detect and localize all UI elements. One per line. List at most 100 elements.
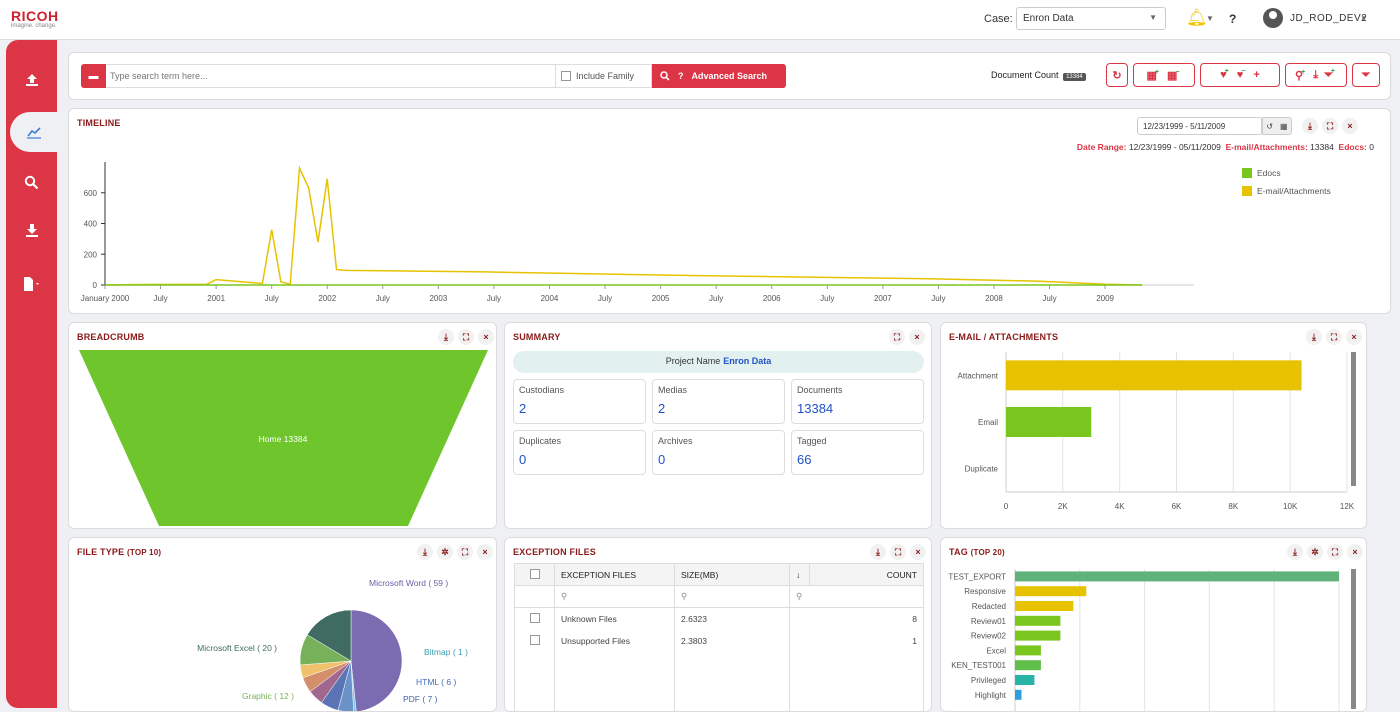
tag-chart[interactable]: TEST_EXPORT Responsive Redacted Review01 Rev…: [941, 563, 1367, 712]
legend-label: Edocs: [1257, 168, 1281, 178]
checkbox-icon[interactable]: [561, 71, 571, 81]
upload-icon[interactable]: [6, 60, 57, 100]
download-icon[interactable]: ⤓: [1287, 544, 1303, 560]
stat-archives[interactable]: Archives 0: [652, 430, 785, 475]
tag-controls: ⤓ ✲ ⛶ ×: [1287, 544, 1363, 560]
download-icon[interactable]: ⤓: [1302, 118, 1318, 134]
close-icon[interactable]: ×: [1347, 544, 1363, 560]
calendar-icon[interactable]: ▦: [1280, 122, 1288, 131]
row-checkbox[interactable]: [514, 629, 555, 652]
column-count[interactable]: COUNT: [809, 563, 924, 586]
stat-tagged[interactable]: Tagged 66: [791, 430, 924, 475]
advanced-search-button[interactable]: ? Advanced Search: [652, 64, 786, 88]
expand-icon[interactable]: ⛶: [1326, 329, 1342, 345]
legend-edocs[interactable]: Edocs: [1242, 168, 1281, 178]
checkbox-icon[interactable]: [529, 634, 540, 645]
gear-icon[interactable]: ✲: [437, 544, 453, 560]
close-icon[interactable]: ×: [478, 329, 494, 345]
legend-label: E-mail/Attachments: [1257, 186, 1331, 196]
filter-remove-button[interactable]: ⏷: [1352, 63, 1380, 87]
user-avatar-icon[interactable]: [1263, 8, 1283, 28]
close-icon[interactable]: ×: [909, 329, 925, 345]
download-icon[interactable]: ⤓: [417, 544, 433, 560]
search-add-icon[interactable]: ⚲+: [1295, 69, 1307, 82]
sort-down-icon[interactable]: ↓: [789, 563, 810, 586]
add-icon[interactable]: +: [1253, 69, 1259, 81]
gear-icon[interactable]: ✲: [1307, 544, 1323, 560]
email-value: 13384: [1310, 142, 1334, 152]
include-family-checkbox[interactable]: Include Family: [556, 64, 652, 88]
stat-medias[interactable]: Medias 2: [652, 379, 785, 424]
stat-documents[interactable]: Documents 13384: [791, 379, 924, 424]
file-type-pie-chart[interactable]: Microsoft Word ( 59 ) Bitmap ( 1 ) HTML ( …: [69, 563, 497, 712]
search-icon[interactable]: [6, 162, 57, 202]
close-icon[interactable]: ×: [1346, 329, 1362, 345]
pie-slice-microsoft: [350, 609, 403, 711]
document-add-remove-group[interactable]: ▦+ ▦−: [1133, 63, 1195, 87]
x-tick-label: 2007: [874, 294, 892, 303]
download-icon[interactable]: ⤓: [1306, 329, 1322, 345]
filter-add-icon[interactable]: ⏷+: [1324, 68, 1337, 82]
download-icon[interactable]: ⤓: [870, 544, 886, 560]
download-icon[interactable]: [6, 210, 57, 250]
stat-duplicates[interactable]: Duplicates 0: [513, 430, 646, 475]
export-icon[interactable]: ⤓: [1313, 69, 1318, 82]
tag-buttons-group[interactable]: ♥+ ♥− +: [1200, 63, 1280, 87]
folder-icon[interactable]: ▬: [81, 64, 106, 88]
close-icon[interactable]: ×: [1342, 118, 1358, 134]
document-menu-icon[interactable]: [6, 264, 57, 304]
filter-count-search-icon[interactable]: ⚲: [789, 585, 924, 608]
top-bar: RICOH imagine. change. Case: Enron Data …: [0, 0, 1400, 40]
table-row[interactable]: Unknown Files 2.6323 8: [514, 607, 924, 630]
checkbox-icon[interactable]: [529, 568, 540, 579]
reset-icon[interactable]: ↺: [1266, 122, 1273, 131]
expand-icon[interactable]: ⛶: [457, 544, 473, 560]
y-tick-label: 200: [84, 250, 98, 259]
timeline-chart[interactable]: 0 200 400 600 January 2000 July 2001 July 2002 Ju…: [69, 154, 1229, 314]
timeline-title: TIMELINE: [77, 118, 121, 128]
chevron-down-icon[interactable]: ▼: [1206, 14, 1214, 23]
cell-name: Unknown Files: [554, 607, 675, 630]
refresh-button[interactable]: ↻: [1106, 63, 1128, 87]
table-row[interactable]: Unsupported Files 2.3803 1: [514, 629, 924, 652]
expand-icon[interactable]: ⛶: [458, 329, 474, 345]
stat-custodians[interactable]: Custodians 2: [513, 379, 646, 424]
search-export-group[interactable]: ⚲+ ⤓ ⏷+: [1285, 63, 1347, 87]
email-attachments-chart[interactable]: 0 2K 4K 6K 8K 10K 12K Attachment Email Duplicate: [941, 350, 1367, 529]
expand-icon[interactable]: ⛶: [889, 329, 905, 345]
document-add-icon[interactable]: ▦+: [1147, 69, 1162, 82]
select-all-header[interactable]: [514, 563, 555, 586]
timeline-date-input[interactable]: 12/23/1999 - 5/11/2009: [1137, 117, 1262, 135]
column-exception-files[interactable]: EXCEPTION FILES: [554, 563, 675, 586]
expand-icon[interactable]: ⛶: [1322, 118, 1338, 134]
expand-icon[interactable]: ⛶: [890, 544, 906, 560]
x-tick-label: 8K: [1228, 502, 1238, 511]
exceptions-table: EXCEPTION FILES SIZE(MB) ↓ COUNT ⚲ ⚲ ⚲ U…: [514, 563, 924, 711]
x-tick-label: July: [598, 294, 612, 303]
checkbox-icon[interactable]: [529, 612, 540, 623]
stat-value: 66: [797, 452, 812, 467]
document-remove-icon[interactable]: ▦−: [1167, 69, 1182, 82]
close-icon[interactable]: ×: [910, 544, 926, 560]
stat-label: Medias: [658, 385, 688, 395]
chevron-down-icon[interactable]: ▼: [1360, 14, 1368, 23]
column-size[interactable]: SIZE(MB): [674, 563, 790, 586]
row-checkbox[interactable]: [514, 607, 555, 630]
tag-remove-icon[interactable]: ♥−: [1237, 68, 1248, 81]
close-icon[interactable]: ×: [477, 544, 493, 560]
dashboard-chart-icon[interactable]: [10, 112, 57, 152]
case-select[interactable]: Enron Data ▼: [1016, 7, 1166, 30]
tag-add-icon[interactable]: ♥+: [1220, 68, 1231, 81]
filter-size-search-icon[interactable]: ⚲: [674, 585, 790, 608]
download-icon[interactable]: ⤓: [438, 329, 454, 345]
ricoh-logo[interactable]: RICOH imagine. change.: [11, 8, 59, 29]
help-button[interactable]: ?: [1229, 12, 1236, 26]
search-input[interactable]: Type search term here...: [106, 64, 556, 88]
breadcrumb-funnel[interactable]: Home 13384: [69, 350, 497, 529]
category-label: Review02: [971, 632, 1007, 641]
filter-name-search-icon[interactable]: ⚲: [554, 585, 675, 608]
legend-email[interactable]: E-mail/Attachments: [1242, 186, 1331, 196]
user-name[interactable]: JD_ROD_DEV2: [1290, 13, 1367, 24]
bell-icon[interactable]: 🔔︎: [1186, 8, 1208, 28]
expand-icon[interactable]: ⛶: [1327, 544, 1343, 560]
